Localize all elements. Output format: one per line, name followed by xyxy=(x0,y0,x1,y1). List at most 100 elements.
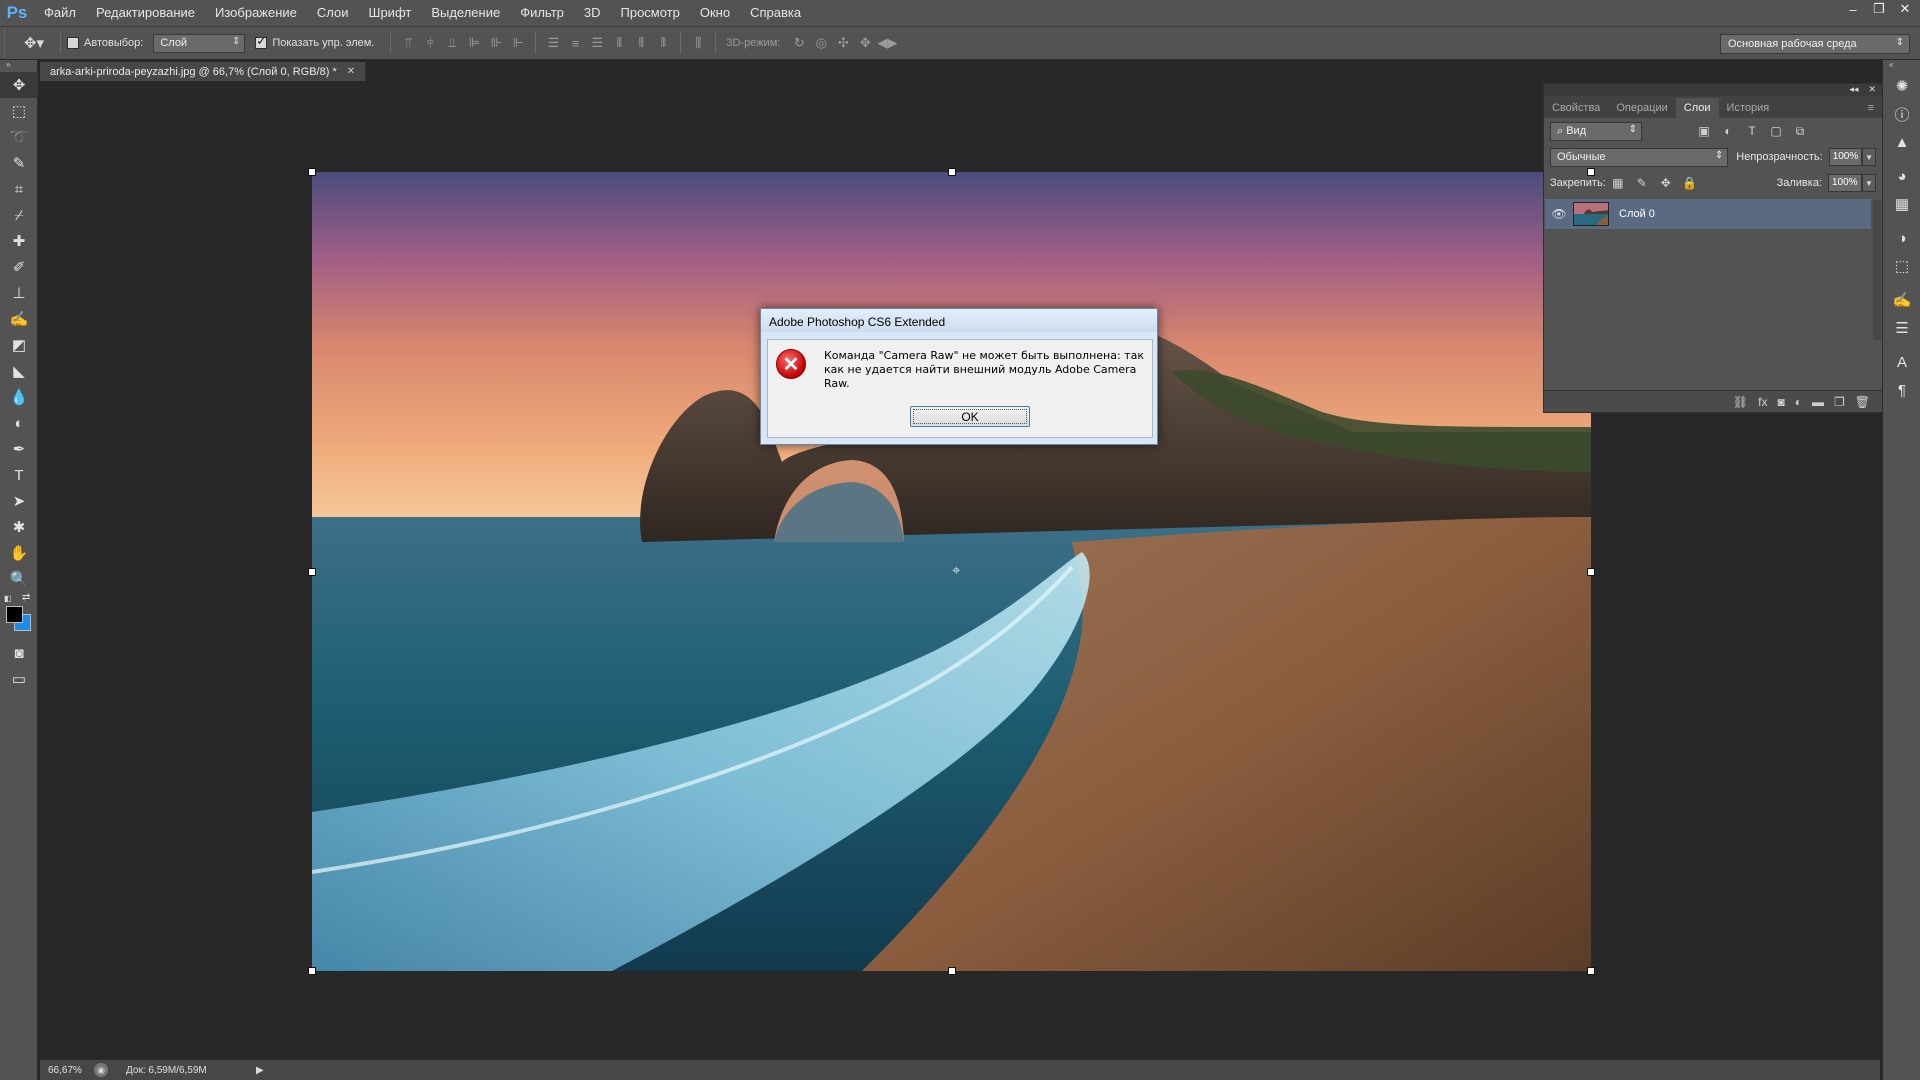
drag-3d-icon[interactable]: ✣ xyxy=(832,33,854,53)
distribute-bottom-icon[interactable]: ☰ xyxy=(586,33,608,53)
tab-history[interactable]: История xyxy=(1719,98,1778,118)
status-info-icon[interactable]: ◉ xyxy=(94,1063,108,1077)
brush-presets-icon[interactable]: ✍ xyxy=(1883,286,1920,314)
align-hcenter-icon[interactable]: ⊪ xyxy=(485,33,507,53)
lock-all-icon[interactable]: 🔒 xyxy=(1678,176,1702,190)
autoselect-select[interactable]: Слой xyxy=(153,33,246,53)
align-top-icon[interactable]: ⫪ xyxy=(397,33,419,53)
tab-layers[interactable]: Слои xyxy=(1675,98,1719,118)
transform-handle[interactable] xyxy=(308,967,316,975)
align-vcenter-icon[interactable]: ⫩ xyxy=(419,33,441,53)
foreground-color[interactable] xyxy=(6,606,23,623)
swatches-icon[interactable]: ▦ xyxy=(1883,190,1920,218)
bucket-tool-icon[interactable]: ◣ xyxy=(0,358,38,384)
adjustment-layer-icon[interactable]: ◐ xyxy=(1795,395,1802,409)
transform-handle[interactable] xyxy=(1587,168,1595,176)
rotate-3d-icon[interactable]: ↻ xyxy=(788,33,810,53)
fill-dropdown-icon[interactable]: ▼ xyxy=(1862,174,1876,192)
paragraph-icon[interactable]: ¶ xyxy=(1883,376,1920,404)
tab-actions[interactable]: Операции xyxy=(1608,98,1675,118)
path-select-tool-icon[interactable]: ➤ xyxy=(0,488,38,514)
eraser-tool-icon[interactable]: ◩ xyxy=(0,332,38,358)
distribute-hcenter-icon[interactable]: ⦀ xyxy=(630,33,652,53)
workspace-select[interactable]: Основная рабочая среда xyxy=(1720,34,1910,54)
transform-handle[interactable] xyxy=(1587,967,1595,975)
close-window-button[interactable]: ✕ xyxy=(1894,0,1916,18)
transform-handle[interactable] xyxy=(948,168,956,176)
transform-handle[interactable] xyxy=(308,568,316,576)
tab-properties[interactable]: Свойства xyxy=(1544,98,1608,118)
layer-row[interactable]: 👁 Слой 0 xyxy=(1545,199,1871,229)
histogram-icon[interactable]: ▲ xyxy=(1883,128,1920,156)
menu-edit[interactable]: Редактирование xyxy=(86,0,205,26)
blend-mode-select[interactable]: Обычные xyxy=(1550,147,1729,167)
eyedropper-tool-icon[interactable]: ⌿ xyxy=(0,202,38,228)
delete-layer-icon[interactable]: 🗑 xyxy=(1855,395,1870,409)
screen-mode-icon[interactable]: ▭ xyxy=(0,666,38,692)
info-icon[interactable]: ⓘ xyxy=(1883,100,1920,128)
status-menu-arrow-icon[interactable]: ▶ xyxy=(256,1065,264,1076)
distribute-vcenter-icon[interactable]: ≡ xyxy=(564,33,586,53)
filter-pixel-icon[interactable]: ▣ xyxy=(1692,124,1716,138)
blur-tool-icon[interactable]: 💧 xyxy=(0,384,38,410)
dodge-tool-icon[interactable]: ◐ xyxy=(0,410,38,436)
options-grip[interactable] xyxy=(4,29,14,57)
eye-icon[interactable]: 👁 xyxy=(1545,207,1573,221)
reference-point-icon[interactable]: ⌖ xyxy=(952,562,960,579)
fill-input[interactable]: 100% xyxy=(1828,174,1862,192)
minimize-button[interactable]: – xyxy=(1842,0,1864,18)
tool-preset-picker[interactable]: ✥▾ xyxy=(14,31,54,55)
crop-tool-icon[interactable]: ⌗ xyxy=(0,176,38,202)
stamp-tool-icon[interactable]: ⊥ xyxy=(0,280,38,306)
filter-type-icon[interactable]: T xyxy=(1740,124,1764,138)
healing-tool-icon[interactable]: ✚ xyxy=(0,228,38,254)
menu-view[interactable]: Просмотр xyxy=(611,0,690,26)
move-tool-icon[interactable]: ✥ xyxy=(0,72,38,98)
lock-pixels-icon[interactable]: ✎ xyxy=(1630,176,1654,190)
opacity-input[interactable]: 100% xyxy=(1828,148,1863,166)
menu-3d[interactable]: 3D xyxy=(574,0,611,26)
menu-window[interactable]: Окно xyxy=(690,0,740,26)
lock-position-icon[interactable]: ✥ xyxy=(1654,176,1678,190)
slide-3d-icon[interactable]: ✥ xyxy=(854,33,876,53)
menu-select[interactable]: Выделение xyxy=(421,0,510,26)
menu-filter[interactable]: Фильтр xyxy=(510,0,574,26)
default-colors-icon[interactable]: ◧ xyxy=(4,594,12,603)
history-brush-tool-icon[interactable]: ✍ xyxy=(0,306,38,332)
transform-handle[interactable] xyxy=(948,967,956,975)
marquee-tool-icon[interactable]: ⬚ xyxy=(0,98,38,124)
opacity-dropdown-icon[interactable]: ▼ xyxy=(1862,148,1876,166)
ok-button[interactable]: OK xyxy=(910,406,1030,427)
zoom-tool-icon[interactable]: 🔍 xyxy=(0,566,38,592)
lasso-tool-icon[interactable]: ➰ xyxy=(0,124,38,150)
filter-shape-icon[interactable]: ▢ xyxy=(1764,124,1788,138)
clone-source-icon[interactable]: ☰ xyxy=(1883,314,1920,342)
navigator-icon[interactable]: ✺ xyxy=(1883,72,1920,100)
restore-button[interactable]: ❐ xyxy=(1868,0,1890,18)
brush-tool-icon[interactable]: ✐ xyxy=(0,254,38,280)
panel-menu-icon[interactable]: ≡ xyxy=(1860,98,1882,118)
hand-tool-icon[interactable]: ✋ xyxy=(0,540,38,566)
distribute-right-icon[interactable]: ⦀ xyxy=(652,33,674,53)
new-layer-icon[interactable]: ❐ xyxy=(1834,395,1845,409)
type-tool-icon[interactable]: T xyxy=(0,462,38,488)
roll-3d-icon[interactable]: ◎ xyxy=(810,33,832,53)
pen-tool-icon[interactable]: ✒ xyxy=(0,436,38,462)
menu-layers[interactable]: Слои xyxy=(307,0,359,26)
show-transform-checkbox[interactable] xyxy=(255,34,268,49)
transform-handle[interactable] xyxy=(1587,568,1595,576)
shape-tool-icon[interactable]: ✱ xyxy=(0,514,38,540)
lock-transparency-icon[interactable]: ▦ xyxy=(1606,176,1630,190)
align-right-icon[interactable]: ⊩ xyxy=(507,33,529,53)
zoom-level[interactable]: 66,67% xyxy=(40,1065,88,1076)
document-tab[interactable]: arka-arki-priroda-peyzazhi.jpg @ 66,7% (… xyxy=(40,62,367,81)
auto-align-icon[interactable]: ⫼ xyxy=(687,33,709,53)
swap-colors-icon[interactable]: ⇄ xyxy=(22,592,30,603)
filter-adjustment-icon[interactable]: ◐ xyxy=(1716,124,1740,138)
layer-name[interactable]: Слой 0 xyxy=(1619,208,1655,220)
menu-image[interactable]: Изображение xyxy=(205,0,307,26)
close-panel-icon[interactable]: ✕ xyxy=(1868,84,1876,96)
collapse-dock-icon[interactable]: « xyxy=(1883,60,1920,72)
menu-help[interactable]: Справка xyxy=(740,0,811,26)
layer-filter-select[interactable]: ⌕ Вид xyxy=(1550,121,1642,141)
